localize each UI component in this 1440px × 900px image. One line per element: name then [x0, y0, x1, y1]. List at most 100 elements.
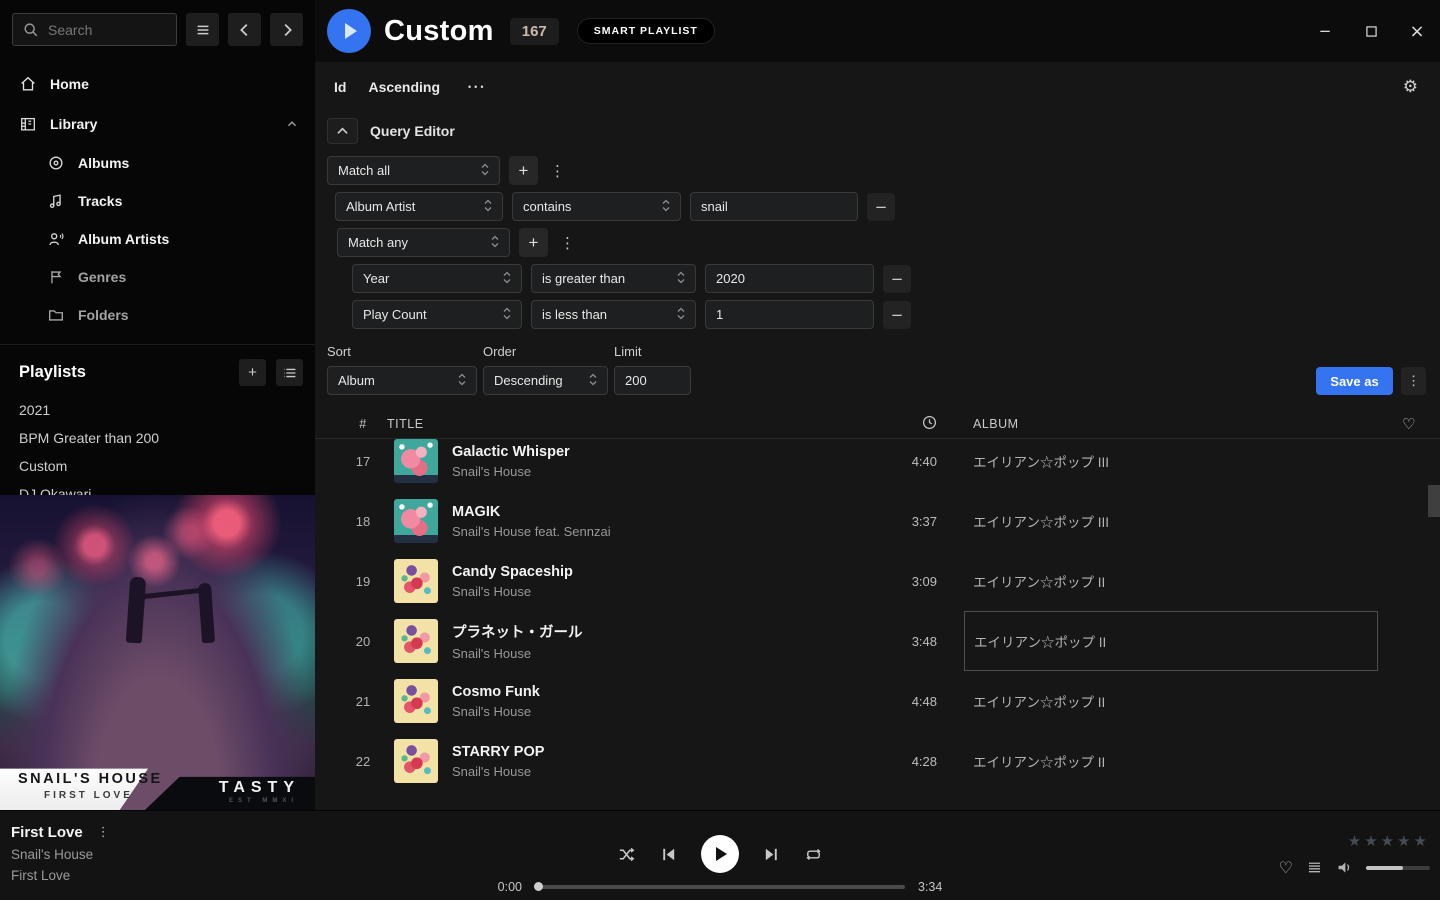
- remove-rule-button[interactable]: −: [867, 193, 895, 221]
- playlist-item[interactable]: Custom: [19, 452, 303, 480]
- sidebar-item-genres[interactable]: Genres: [47, 258, 315, 296]
- star-icon[interactable]: ★: [1397, 832, 1410, 850]
- table-row[interactable]: 20 プラネット・ガール Snail's House 3:48 エイリアン☆ポッ…: [315, 611, 1440, 671]
- sort-select[interactable]: Album: [327, 366, 477, 395]
- column-album[interactable]: ALBUM: [964, 417, 1378, 431]
- group-menu-icon[interactable]: ⋮: [557, 234, 578, 252]
- rule-value-input[interactable]: [705, 300, 874, 329]
- sidebar-item-albums[interactable]: Albums: [47, 144, 315, 182]
- track-album-cell[interactable]: エイリアン☆ポップ III: [964, 491, 1378, 551]
- table-row[interactable]: 21 Cosmo Funk Snail's House 4:48 エイリアン☆ポ…: [315, 671, 1440, 731]
- now-playing-album: First Love: [11, 868, 110, 883]
- next-button[interactable]: [762, 845, 781, 864]
- track-album-cell[interactable]: エイリアン☆ポップ II: [964, 611, 1378, 671]
- track-number: 19: [339, 574, 387, 589]
- album-art-thumbnail: [394, 499, 438, 543]
- table-row[interactable]: 17 Galactic Whisper Snail's House 4:40 エ…: [315, 439, 1440, 491]
- scrollbar-thumb[interactable]: [1428, 485, 1440, 517]
- search-box[interactable]: [12, 13, 177, 46]
- seek-handle[interactable]: [534, 882, 543, 891]
- play-pause-button[interactable]: [701, 835, 739, 873]
- match-type-select[interactable]: Match all: [327, 156, 500, 185]
- star-icon[interactable]: ★: [1348, 832, 1361, 850]
- sidebar-item-folders[interactable]: Folders: [47, 296, 315, 334]
- list-icon: [281, 364, 299, 382]
- sort-field-button[interactable]: Id: [334, 79, 346, 95]
- add-playlist-button[interactable]: +: [239, 359, 266, 386]
- list-toolbar: Id Ascending ••• ⚙: [315, 62, 1440, 112]
- player-right-icons: ♡: [1279, 858, 1430, 877]
- sidebar-item-library[interactable]: Library: [0, 104, 315, 144]
- rule-field-select[interactable]: Play Count: [352, 300, 522, 329]
- nav-forward-button[interactable]: [270, 13, 303, 46]
- match-type-select[interactable]: Match any: [337, 228, 510, 257]
- playlist-list-button[interactable]: [276, 359, 303, 386]
- table-row[interactable]: 19 Candy Spaceship Snail's House 3:09 エイ…: [315, 551, 1440, 611]
- rule-value-input[interactable]: [705, 264, 874, 293]
- remove-rule-button[interactable]: −: [883, 265, 911, 293]
- repeat-button[interactable]: [804, 845, 823, 864]
- total-time: 3:34: [918, 880, 960, 894]
- nav-back-button[interactable]: [228, 13, 261, 46]
- table-row[interactable]: 22 STARRY POP Snail's House 4:28 エイリアン☆ポ…: [315, 731, 1440, 791]
- limit-input[interactable]: [614, 366, 691, 395]
- more-options-icon[interactable]: •••: [468, 82, 486, 92]
- table-row[interactable]: 18 MAGIK Snail's House feat. Sennzai 3:3…: [315, 491, 1440, 551]
- menu-button[interactable]: [186, 13, 219, 46]
- cover-figure: [126, 577, 147, 644]
- group-menu-icon[interactable]: ⋮: [547, 162, 568, 180]
- play-playlist-button[interactable]: [327, 9, 371, 53]
- minimize-button[interactable]: −: [1317, 23, 1333, 39]
- clock-icon[interactable]: [922, 415, 941, 433]
- rule-operator-select[interactable]: is less than: [531, 300, 696, 329]
- shuffle-button[interactable]: [617, 845, 636, 864]
- sidebar-item-album-artists[interactable]: Album Artists: [47, 220, 315, 258]
- rule-operator-select[interactable]: contains: [512, 192, 681, 221]
- star-icon[interactable]: ★: [1381, 832, 1394, 850]
- track-title: Galactic Whisper: [452, 444, 851, 460]
- add-rule-button[interactable]: +: [519, 228, 548, 257]
- now-playing-cover-art: SNAIL'S HOUSE FIRST LOVE TASTY EST MMXI: [0, 495, 315, 810]
- track-duration: 3:37: [861, 514, 941, 529]
- sidebar-item-home[interactable]: Home: [0, 64, 315, 104]
- order-select[interactable]: Descending: [483, 366, 608, 395]
- track-album-cell[interactable]: エイリアン☆ポップ III: [964, 439, 1378, 491]
- playlist-item[interactable]: 2021: [19, 396, 303, 424]
- add-rule-button[interactable]: +: [509, 156, 538, 185]
- page-title: Custom: [384, 15, 494, 48]
- save-as-button[interactable]: Save as: [1316, 367, 1393, 395]
- volume-icon[interactable]: [1336, 859, 1353, 876]
- track-album-cell[interactable]: エイリアン☆ポップ II: [964, 731, 1378, 791]
- remove-rule-button[interactable]: −: [883, 301, 911, 329]
- previous-button[interactable]: [659, 845, 678, 864]
- collapse-query-editor-button[interactable]: [327, 118, 358, 144]
- column-title[interactable]: TITLE: [387, 417, 861, 431]
- rule-value-input[interactable]: [690, 192, 858, 221]
- chevron-up-icon[interactable]: [283, 115, 301, 133]
- volume-slider[interactable]: [1366, 866, 1430, 870]
- now-playing-info: First Love ⋮ Snail's House First Love: [11, 824, 110, 883]
- play-icon: [716, 847, 727, 861]
- rule-field-select[interactable]: Year: [352, 264, 522, 293]
- column-number[interactable]: #: [339, 417, 387, 431]
- maximize-button[interactable]: [1363, 23, 1379, 39]
- queue-icon[interactable]: [1306, 859, 1323, 876]
- playlist-item[interactable]: BPM Greater than 200: [19, 424, 303, 452]
- save-menu-icon[interactable]: ⋮: [1401, 367, 1426, 395]
- star-icon[interactable]: ★: [1364, 832, 1377, 850]
- sort-direction-button[interactable]: Ascending: [368, 79, 440, 95]
- track-album-cell[interactable]: エイリアン☆ポップ II: [964, 551, 1378, 611]
- gear-icon[interactable]: ⚙: [1403, 77, 1418, 97]
- rule-operator-select[interactable]: is greater than: [531, 264, 696, 293]
- seek-bar[interactable]: [535, 885, 905, 889]
- heart-column-icon[interactable]: ♡: [1402, 415, 1416, 433]
- track-album-cell[interactable]: エイリアン☆ポップ II: [964, 671, 1378, 731]
- star-icon[interactable]: ★: [1414, 832, 1427, 850]
- favorite-heart-icon[interactable]: ♡: [1279, 858, 1293, 877]
- select-arrows-icon: [589, 373, 597, 389]
- sidebar-item-tracks[interactable]: Tracks: [47, 182, 315, 220]
- now-playing-menu-icon[interactable]: ⋮: [97, 825, 110, 840]
- rule-field-select[interactable]: Album Artist: [335, 192, 503, 221]
- close-button[interactable]: ×: [1409, 23, 1425, 39]
- search-input[interactable]: [48, 22, 158, 38]
